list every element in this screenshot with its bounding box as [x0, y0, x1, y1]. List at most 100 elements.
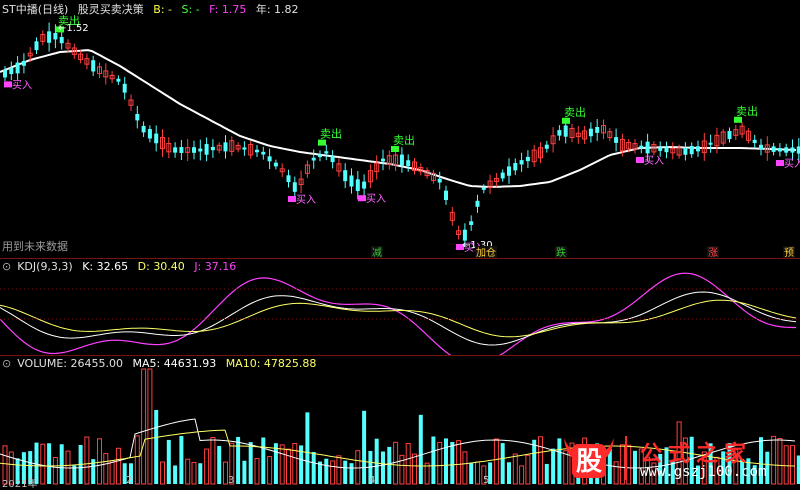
candle-body: [406, 160, 411, 166]
kdj-chart[interactable]: [0, 259, 800, 355]
buy-marker-icon: [776, 160, 784, 166]
volume-bar: [292, 442, 298, 485]
volume-bar: [544, 463, 549, 484]
volume-bar: [279, 444, 285, 485]
kdj-j: J: 37.16: [194, 260, 237, 273]
candle-body: [47, 31, 52, 43]
volume-bar: [198, 463, 203, 484]
candle-body: [658, 147, 663, 151]
candle-body: [784, 147, 789, 153]
candlestick-chart[interactable]: 买入买入 买入买入买入 买入卖出卖出 卖出卖出 卖出←1.52←1.30减 加仓跌涨预: [0, 0, 800, 258]
indicator-name: 股灵买卖决策: [77, 3, 144, 16]
price-panel[interactable]: 买入 买入 买入 买入 买入 买入 卖出 卖出 卖出 卖出 卖出 ←1.52 ←1.30 减加仓跌涨预 S…: [0, 0, 800, 258]
candle-body: [9, 67, 14, 75]
volume-bar: [493, 438, 499, 485]
sell-marker-label: 卖出: [320, 127, 342, 141]
volume-bar: [185, 458, 191, 485]
candle-body: [198, 148, 203, 152]
candle-body: [267, 156, 272, 162]
kdj-panel[interactable]: ⊙ KDJ(9,3,3) K: 32.65 D: 30.40 J: 37.16: [0, 259, 800, 355]
volume-bar: [349, 463, 354, 484]
year-value: 年: 1.82: [255, 3, 299, 16]
candle-body: [525, 156, 530, 162]
volume-bar: [166, 439, 171, 484]
sell-marker-label: 卖出: [393, 133, 415, 147]
candle-body: [696, 146, 700, 152]
moving-average-line: [0, 49, 797, 188]
volume-bar: [418, 414, 423, 484]
candle-body: [639, 145, 644, 149]
watermark-logo-char: 股: [575, 447, 602, 477]
volume-bar: [223, 461, 228, 485]
candle-body: [614, 137, 619, 143]
volume-bar: [210, 437, 216, 485]
volume-bar: [551, 448, 556, 484]
candle-body: [645, 141, 650, 154]
candle-body: [752, 139, 757, 144]
signal-word: 预: [784, 247, 794, 258]
candle-body: [349, 175, 354, 187]
volume-bar: [330, 460, 336, 485]
candle-body: [179, 147, 184, 153]
volume-bar: [469, 463, 474, 484]
watermark-url: www.gszj100.com: [640, 464, 767, 480]
volume-title: VOLUME: 26455.00: [17, 357, 123, 370]
volume-bar: [500, 443, 505, 484]
volume-bar: [261, 437, 266, 484]
volume-bar: [790, 445, 795, 485]
kdj-collapse-icon[interactable]: ⊙: [2, 260, 11, 273]
future-data-note: 用到未来数据: [2, 240, 68, 253]
volume-bar: [103, 453, 109, 485]
volume-bar: [532, 439, 537, 484]
candle-body: [683, 147, 688, 155]
volume-bar: [777, 438, 783, 485]
candle-body: [53, 32, 58, 40]
xaxis-label-3: 4: [369, 475, 376, 486]
candle-body: [154, 133, 159, 144]
buy-marker-label: 买入: [644, 155, 664, 167]
candle-body: [192, 147, 196, 153]
volume-bar: [204, 448, 210, 485]
candle-body: [59, 37, 64, 44]
candle-body: [790, 147, 795, 153]
candle-body: [362, 181, 367, 189]
stock-name: ST中播(日线): [2, 3, 69, 16]
kdj-d: D: 30.40: [137, 260, 185, 273]
signal-word: 加仓: [476, 246, 496, 258]
candle-body: [223, 142, 228, 152]
kdj-title: KDJ(9,3,3): [17, 260, 73, 273]
buy-marker-icon: [358, 195, 366, 202]
volume-bar: [399, 454, 405, 485]
volume-bar: [134, 435, 140, 485]
candle-body: [519, 160, 524, 165]
volume-bar: [405, 442, 411, 485]
volume-bar: [393, 441, 399, 485]
volume-bar: [52, 456, 58, 485]
candle-body: [122, 83, 127, 93]
price-high-label: ←1.52: [58, 23, 89, 34]
candle-body: [116, 78, 121, 82]
volume-bar: [619, 444, 625, 485]
candle-body: [261, 151, 266, 155]
volume-bar: [248, 442, 253, 484]
price-header: ST中播(日线) 股灵买卖决策 B: - S: - F: 1.75 年: 1.8…: [2, 1, 305, 17]
candle-body: [437, 178, 442, 183]
candle-body: [727, 130, 732, 140]
candle-body: [355, 179, 360, 192]
xaxis-label-4: 5: [483, 475, 490, 486]
volume-bar: [412, 453, 417, 485]
kdj-header: ⊙ KDJ(9,3,3) K: 32.65 D: 30.40 J: 37.16: [2, 260, 242, 273]
candle-body: [513, 163, 518, 171]
volume-bar: [217, 446, 222, 484]
candle-body: [141, 125, 146, 133]
buy-marker-label: 买入: [296, 194, 316, 206]
volume-bar: [462, 451, 468, 485]
candle-body: [563, 125, 568, 137]
volume-collapse-icon[interactable]: ⊙: [2, 357, 11, 370]
candle-body: [399, 154, 404, 166]
volume-bar: [771, 435, 777, 485]
candle-body: [462, 229, 467, 241]
volume-bar: [267, 456, 273, 485]
buy-marker-label: 买入: [366, 193, 386, 205]
candle-body: [15, 62, 20, 74]
